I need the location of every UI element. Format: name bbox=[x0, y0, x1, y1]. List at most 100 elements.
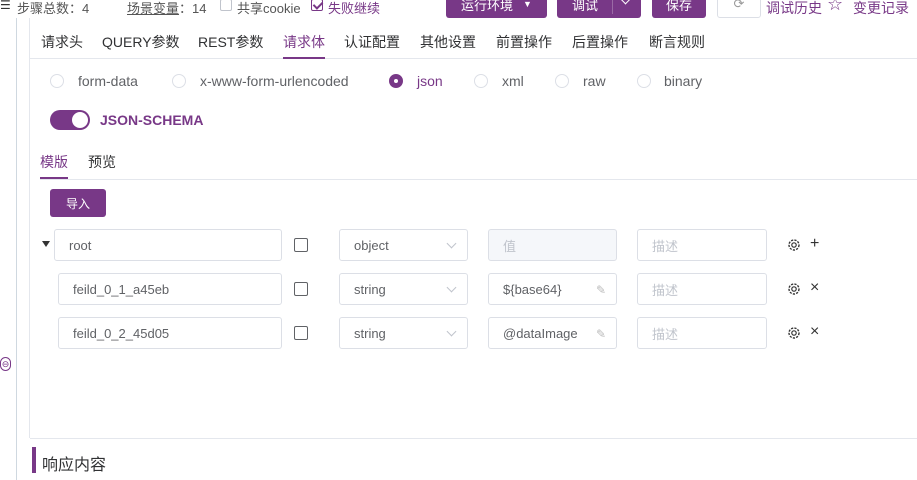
debug-dropdown-divider bbox=[612, 0, 613, 14]
json-schema-toggle[interactable] bbox=[50, 110, 90, 130]
tab-query-params[interactable]: QUERY参数 bbox=[102, 32, 180, 52]
description-input[interactable]: 描述 bbox=[637, 229, 767, 261]
chevron-down-icon bbox=[446, 282, 457, 293]
value-input[interactable]: @dataImage ✎ bbox=[488, 317, 617, 349]
schema-subtabs: 模版 预览 bbox=[40, 150, 917, 180]
type-select[interactable]: string bbox=[339, 317, 468, 349]
chevron-down-icon bbox=[446, 326, 457, 337]
description-placeholder: 描述 bbox=[652, 326, 679, 342]
description-placeholder: 描述 bbox=[652, 282, 679, 298]
request-tabs: 请求头 QUERY参数 REST参数 请求体 认证配置 其他设置 前置操作 后置… bbox=[30, 22, 917, 59]
change-log-link[interactable]: 变更记录 bbox=[853, 0, 909, 18]
value-input: 值 bbox=[488, 229, 617, 261]
top-toolbar: ☰ 步骤总数：4 场景变量：14 共享cookie 失败继续 运行环境 ▼ 调试… bbox=[0, 0, 917, 18]
active-subtab-indicator bbox=[40, 177, 68, 179]
schema-row-root: root object 值 描述 + bbox=[0, 229, 917, 261]
steps-count: 步骤总数：4 bbox=[17, 1, 90, 16]
continue-on-fail-checkbox[interactable] bbox=[311, 0, 323, 11]
refresh-icon: ⟳ bbox=[733, 0, 745, 11]
field-name-input[interactable]: feild_0_2_45d05 bbox=[58, 317, 282, 349]
radio-form-data[interactable] bbox=[50, 74, 64, 88]
import-label: 导入 bbox=[65, 196, 90, 211]
required-checkbox[interactable] bbox=[294, 238, 308, 252]
subtab-template[interactable]: 模版 bbox=[40, 152, 68, 172]
tab-auth[interactable]: 认证配置 bbox=[344, 32, 400, 52]
menu-icon[interactable]: ☰ bbox=[0, 0, 11, 12]
edit-icon[interactable]: ✎ bbox=[596, 327, 606, 341]
chevron-down-icon bbox=[446, 238, 457, 249]
radio-binary[interactable] bbox=[637, 74, 651, 88]
share-cookie-checkbox[interactable] bbox=[220, 0, 232, 11]
field-name-value: feild_0_2_45d05 bbox=[73, 325, 170, 341]
tab-assertions[interactable]: 断言规则 bbox=[649, 32, 705, 52]
subtab-preview[interactable]: 预览 bbox=[88, 152, 116, 172]
radio-json[interactable] bbox=[389, 74, 403, 88]
required-checkbox[interactable] bbox=[294, 326, 308, 340]
delete-row-icon[interactable]: × bbox=[810, 323, 819, 341]
import-button[interactable]: 导入 bbox=[50, 189, 106, 217]
tab-post-operations[interactable]: 后置操作 bbox=[572, 32, 628, 52]
value-text: @dataImage bbox=[503, 325, 578, 341]
collapse-caret-icon[interactable] bbox=[42, 241, 50, 247]
value-text: ${base64} bbox=[503, 281, 562, 297]
debug-label: 调试 bbox=[571, 0, 598, 13]
settings-gear-icon[interactable] bbox=[786, 237, 802, 253]
radio-raw-label[interactable]: raw bbox=[583, 73, 606, 89]
save-label: 保存 bbox=[665, 0, 692, 13]
json-schema-label: JSON-SCHEMA bbox=[100, 112, 204, 128]
save-button[interactable]: 保存 bbox=[652, 0, 706, 18]
content-left-border bbox=[29, 18, 30, 438]
response-section-marker bbox=[32, 447, 36, 473]
settings-gear-icon[interactable] bbox=[786, 325, 802, 341]
scene-variables[interactable]: 场景变量：14 bbox=[127, 0, 206, 17]
field-name-input[interactable]: root bbox=[54, 229, 282, 261]
scene-variables-count: ：14 bbox=[179, 1, 207, 16]
section-divider bbox=[30, 438, 917, 439]
tab-body[interactable]: 请求体 bbox=[283, 32, 325, 52]
tab-pre-operations[interactable]: 前置操作 bbox=[496, 32, 552, 52]
add-child-icon[interactable]: + bbox=[810, 235, 819, 253]
description-input[interactable]: 描述 bbox=[637, 317, 767, 349]
field-name-value: feild_0_1_a45eb bbox=[73, 281, 170, 297]
radio-binary-label[interactable]: binary bbox=[664, 73, 702, 89]
description-input[interactable]: 描述 bbox=[637, 273, 767, 305]
field-name-input[interactable]: feild_0_1_a45eb bbox=[58, 273, 282, 305]
edit-icon[interactable]: ✎ bbox=[596, 283, 606, 297]
type-value: string bbox=[354, 281, 386, 297]
radio-json-label[interactable]: json bbox=[417, 73, 443, 89]
caret-down-icon: ▼ bbox=[523, 0, 532, 9]
debug-history-link[interactable]: 调试历史 bbox=[766, 0, 822, 18]
tab-headers[interactable]: 请求头 bbox=[41, 32, 83, 52]
value-input[interactable]: ${base64} ✎ bbox=[488, 273, 617, 305]
type-select[interactable]: string bbox=[339, 273, 468, 305]
radio-x-www-form-urlencoded[interactable] bbox=[172, 74, 186, 88]
star-icon[interactable]: ☆ bbox=[827, 0, 843, 15]
active-tab-indicator bbox=[283, 57, 325, 59]
type-value: string bbox=[354, 325, 386, 341]
tab-other-settings[interactable]: 其他设置 bbox=[420, 32, 476, 52]
refresh-button[interactable]: ⟳ bbox=[717, 0, 761, 18]
chevron-down-icon[interactable] bbox=[620, 0, 631, 5]
description-placeholder: 描述 bbox=[652, 238, 679, 254]
tab-rest-params[interactable]: REST参数 bbox=[198, 32, 263, 52]
radio-form-data-label[interactable]: form-data bbox=[78, 73, 138, 89]
value-placeholder: 值 bbox=[503, 238, 517, 254]
continue-on-fail-label: 失败继续 bbox=[328, 1, 381, 16]
delete-row-icon[interactable]: × bbox=[810, 279, 819, 297]
run-environment-button[interactable]: 运行环境 ▼ bbox=[446, 0, 547, 18]
field-name-value: root bbox=[69, 237, 92, 253]
share-cookie-label: 共享cookie bbox=[237, 1, 301, 16]
scene-variables-link[interactable]: 场景变量 bbox=[127, 1, 179, 16]
type-value: object bbox=[354, 237, 389, 253]
type-select[interactable]: object bbox=[339, 229, 468, 261]
radio-raw[interactable] bbox=[555, 74, 569, 88]
debug-button[interactable]: 调试 bbox=[557, 0, 641, 18]
radio-x-www-form-urlencoded-label[interactable]: x-www-form-urlencoded bbox=[200, 73, 349, 89]
collapse-icon[interactable]: ⊖ bbox=[0, 357, 11, 371]
response-section-title: 响应内容 bbox=[42, 457, 107, 474]
required-checkbox[interactable] bbox=[294, 282, 308, 296]
radio-xml-label[interactable]: xml bbox=[502, 73, 524, 89]
schema-row: feild_0_2_45d05 string @dataImage ✎ 描述 × bbox=[0, 317, 917, 349]
radio-xml[interactable] bbox=[474, 74, 488, 88]
settings-gear-icon[interactable] bbox=[786, 281, 802, 297]
